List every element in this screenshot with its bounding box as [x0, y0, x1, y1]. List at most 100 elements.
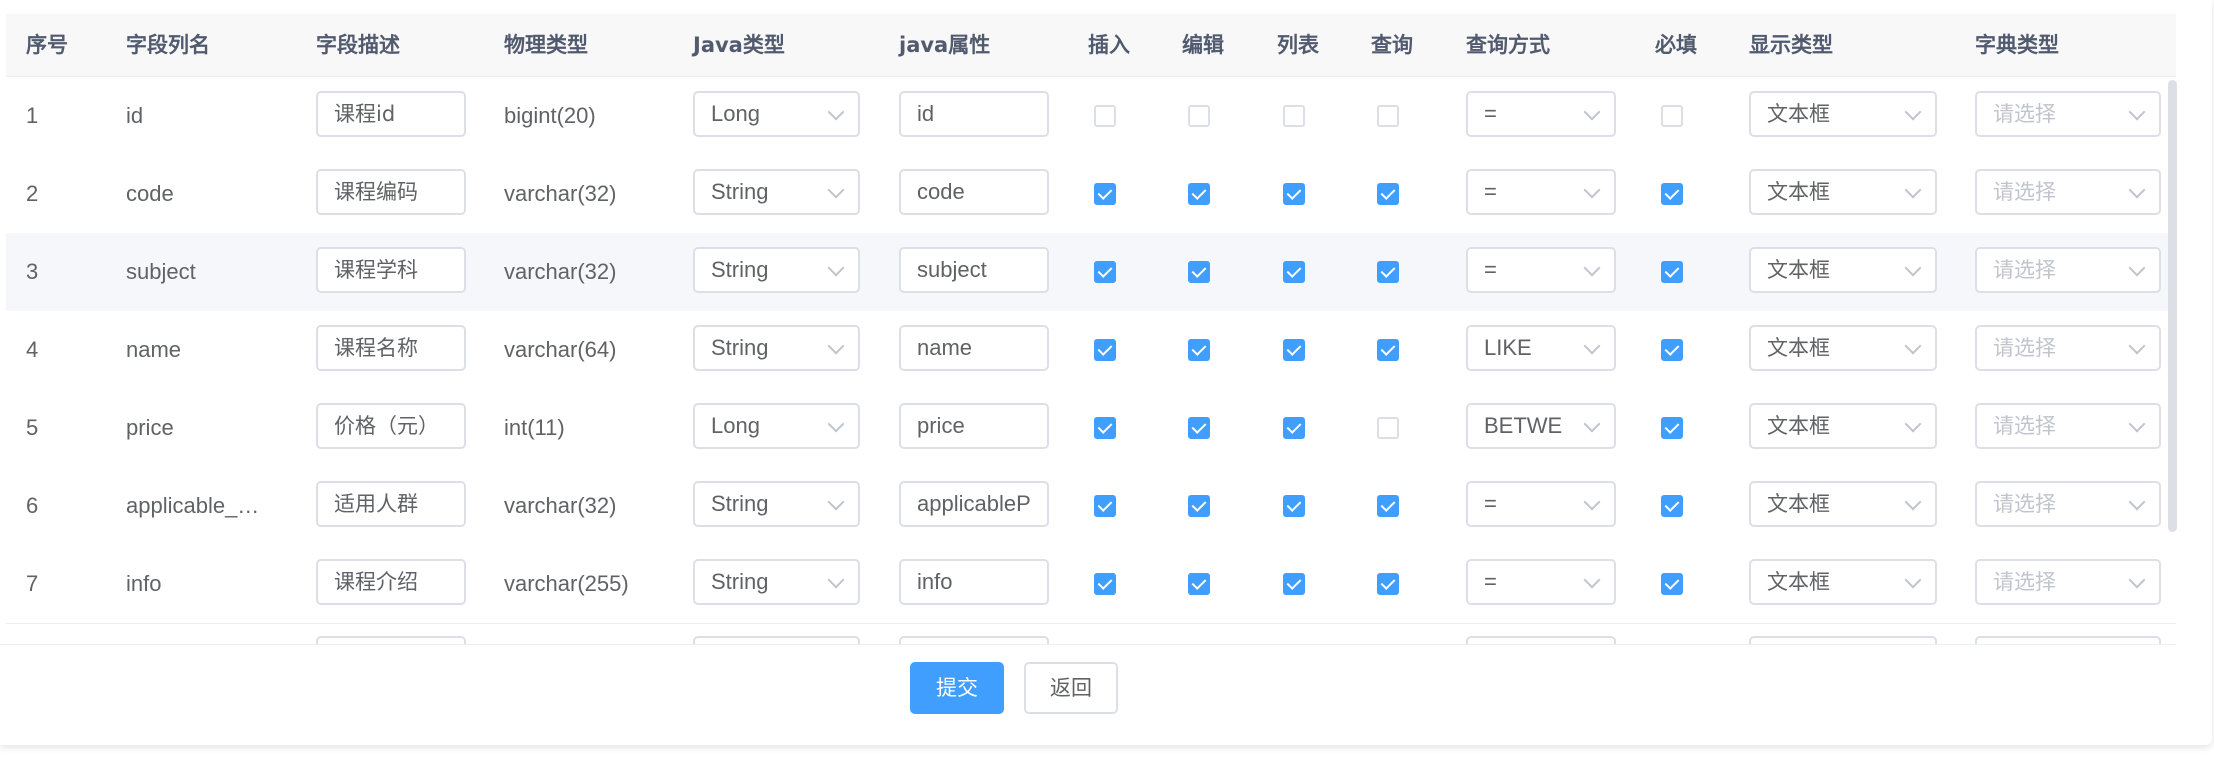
insert-checkbox[interactable]: [1094, 417, 1116, 439]
java-field-input[interactable]: applicableP: [899, 481, 1049, 527]
table-scrollbar[interactable]: [2168, 80, 2177, 532]
query-mode-select[interactable]: BETWE: [1466, 403, 1616, 449]
dict-type-select[interactable]: 请选择: [1975, 91, 2161, 137]
java-field-input[interactable]: code: [899, 169, 1049, 215]
dict-type-select-value: 请选择: [1993, 102, 2056, 126]
description-input[interactable]: 价格（元）: [316, 403, 466, 449]
column-name: applicable_…: [126, 493, 260, 518]
list-checkbox[interactable]: [1283, 495, 1305, 517]
display-type-select[interactable]: 文本框: [1749, 247, 1937, 293]
required-checkbox[interactable]: [1661, 339, 1683, 361]
list-checkbox[interactable]: [1283, 573, 1305, 595]
table-row: 6 applicable_… 适用人群 varchar(32) String applic…: [6, 467, 2176, 546]
row-index: 6: [26, 493, 39, 518]
header-required: 必填: [1655, 33, 1697, 57]
dict-type-select[interactable]: 请选择: [1975, 403, 2161, 449]
edit-checkbox[interactable]: [1188, 573, 1210, 595]
header-query: 查询: [1371, 33, 1413, 57]
query-checkbox[interactable]: [1377, 261, 1399, 283]
insert-checkbox[interactable]: [1094, 495, 1116, 517]
query-checkbox[interactable]: [1377, 573, 1399, 595]
query-checkbox[interactable]: [1377, 495, 1399, 517]
display-type-select[interactable]: 文本框: [1749, 91, 1937, 137]
list-checkbox[interactable]: [1283, 105, 1305, 127]
list-checkbox[interactable]: [1283, 417, 1305, 439]
java-field-input[interactable]: subject: [899, 247, 1049, 293]
required-checkbox[interactable]: [1661, 573, 1683, 595]
column-name: subject: [126, 259, 196, 284]
java-field-input[interactable]: id: [899, 91, 1049, 137]
java-field-input[interactable]: price: [899, 403, 1049, 449]
column-config-table: 序号 字段列名 字段描述 物理类型 Java类型 java属性 插入 编辑 列表…: [6, 14, 2176, 644]
java-type-select[interactable]: Long: [693, 403, 860, 449]
header-java-type: Java类型: [693, 33, 785, 57]
required-checkbox[interactable]: [1661, 417, 1683, 439]
edit-checkbox[interactable]: [1188, 105, 1210, 127]
description-input[interactable]: 课程名称: [316, 325, 466, 371]
query-checkbox[interactable]: [1377, 417, 1399, 439]
required-checkbox[interactable]: [1661, 105, 1683, 127]
dict-type-select[interactable]: 请选择: [1975, 325, 2161, 371]
java-field-input[interactable]: info: [899, 559, 1049, 605]
java-type-select[interactable]: String: [693, 481, 860, 527]
display-type-select[interactable]: 文本框: [1749, 559, 1937, 605]
java-field-input[interactable]: name: [899, 325, 1049, 371]
query-mode-select[interactable]: =: [1466, 247, 1616, 293]
description-input[interactable]: 课程介绍: [316, 559, 466, 605]
java-type-select[interactable]: String: [693, 169, 860, 215]
query-mode-select[interactable]: =: [1466, 169, 1616, 215]
java-type-select[interactable]: String: [693, 247, 860, 293]
required-checkbox[interactable]: [1661, 261, 1683, 283]
java-type-select-value: String: [711, 257, 769, 282]
dict-type-select[interactable]: 请选择: [1975, 481, 2161, 527]
query-mode-select[interactable]: =: [1466, 481, 1616, 527]
list-checkbox[interactable]: [1283, 339, 1305, 361]
physical-type: varchar(255): [504, 571, 629, 596]
description-input[interactable]: 课程学科: [316, 247, 466, 293]
insert-checkbox[interactable]: [1094, 261, 1116, 283]
edit-checkbox[interactable]: [1188, 183, 1210, 205]
query-mode-select[interactable]: =: [1466, 91, 1616, 137]
required-checkbox[interactable]: [1661, 495, 1683, 517]
chevron-down-icon: [827, 415, 845, 433]
display-type-select[interactable]: 文本框: [1749, 481, 1937, 527]
description-input[interactable]: 课程编码: [316, 169, 466, 215]
dict-type-select[interactable]: 请选择: [1975, 559, 2161, 605]
display-type-select-value: 文本框: [1767, 414, 1830, 438]
query-mode-select[interactable]: =: [1466, 559, 1616, 605]
display-type-select[interactable]: 文本框: [1749, 403, 1937, 449]
header-query-mode: 查询方式: [1466, 33, 1550, 57]
insert-checkbox[interactable]: [1094, 339, 1116, 361]
description-input[interactable]: 适用人群: [316, 481, 466, 527]
display-type-select[interactable]: 文本框: [1749, 325, 1937, 371]
list-checkbox[interactable]: [1283, 261, 1305, 283]
dict-type-select[interactable]: 请选择: [1975, 247, 2161, 293]
query-mode-select[interactable]: LIKE: [1466, 325, 1616, 371]
chevron-down-icon: [1904, 337, 1922, 355]
back-button[interactable]: 返回: [1024, 662, 1118, 714]
query-checkbox[interactable]: [1377, 105, 1399, 127]
display-type-select[interactable]: 文本框: [1749, 169, 1937, 215]
query-checkbox[interactable]: [1377, 183, 1399, 205]
insert-checkbox[interactable]: [1094, 183, 1116, 205]
list-checkbox[interactable]: [1283, 183, 1305, 205]
submit-button[interactable]: 提交: [910, 662, 1004, 714]
column-name: info: [126, 571, 162, 596]
edit-checkbox[interactable]: [1188, 495, 1210, 517]
java-type-select[interactable]: String: [693, 559, 860, 605]
edit-checkbox[interactable]: [1188, 339, 1210, 361]
java-type-select[interactable]: Long: [693, 91, 860, 137]
insert-checkbox[interactable]: [1094, 573, 1116, 595]
description-input[interactable]: 课程id: [316, 91, 466, 137]
insert-checkbox[interactable]: [1094, 105, 1116, 127]
row-index: 3: [26, 259, 39, 284]
dict-type-select-value: 请选择: [1993, 336, 2056, 360]
edit-checkbox[interactable]: [1188, 417, 1210, 439]
row-index: 4: [26, 337, 39, 362]
java-type-select[interactable]: String: [693, 325, 860, 371]
edit-checkbox[interactable]: [1188, 261, 1210, 283]
query-mode-select-value: =: [1484, 179, 1497, 204]
required-checkbox[interactable]: [1661, 183, 1683, 205]
dict-type-select[interactable]: 请选择: [1975, 169, 2161, 215]
query-checkbox[interactable]: [1377, 339, 1399, 361]
